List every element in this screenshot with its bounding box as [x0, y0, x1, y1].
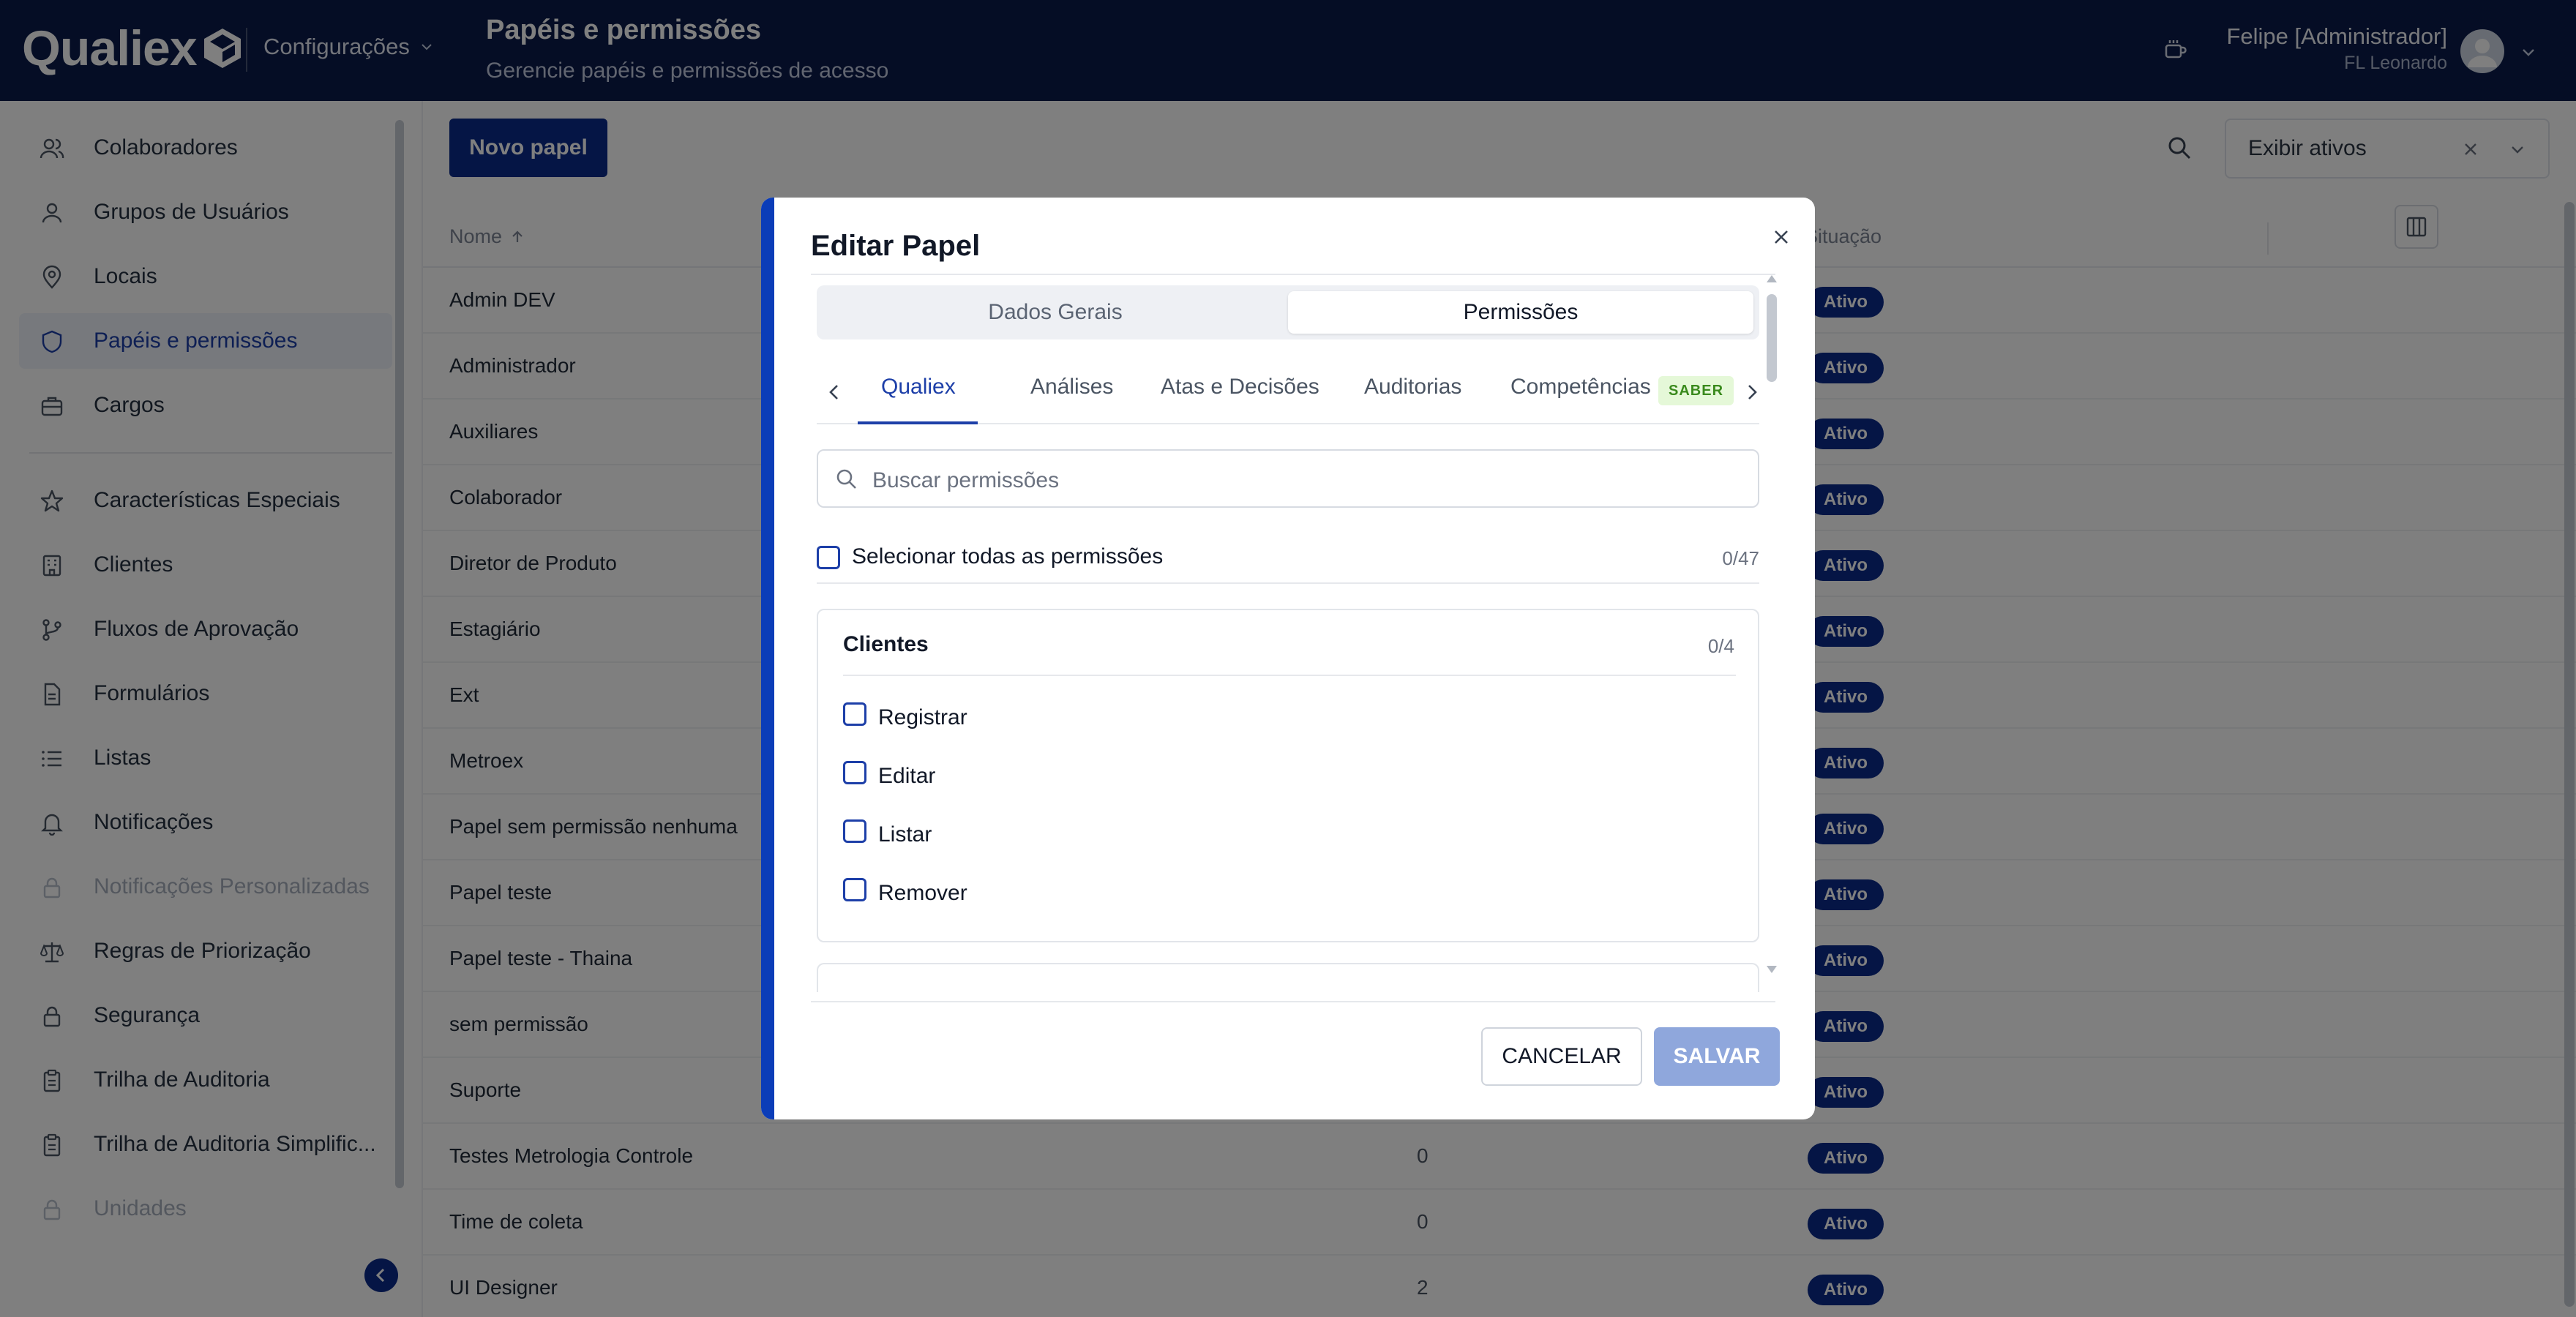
segment-permissoes[interactable]: Permissões	[1288, 291, 1753, 334]
cancel-button[interactable]: CANCELAR	[1481, 1027, 1642, 1086]
tab-analises[interactable]: Análises	[1030, 375, 1113, 399]
chevron-right-icon[interactable]	[1742, 382, 1762, 402]
modal-divider	[811, 274, 1775, 275]
select-all-checkbox[interactable]	[817, 546, 840, 569]
group-count: 0/4	[1707, 635, 1734, 657]
edit-role-modal: Editar Papel Dados Gerais Permissões Qua…	[761, 198, 1815, 1119]
permission-checkbox-editar[interactable]	[843, 761, 866, 784]
close-icon[interactable]	[1768, 224, 1794, 250]
permission-group-next	[817, 963, 1759, 992]
select-all-label[interactable]: Selecionar todas as permissões	[852, 544, 1163, 569]
group-title: Clientes	[843, 632, 929, 656]
modal-title: Editar Papel	[811, 230, 981, 262]
permission-checkbox-listar[interactable]	[843, 819, 866, 843]
scroll-down-arrow[interactable]	[1767, 966, 1777, 973]
active-tab-indicator	[858, 421, 978, 424]
permission-label[interactable]: Editar	[878, 764, 935, 789]
permission-label[interactable]: Registrar	[878, 705, 967, 730]
permission-search-input[interactable]: Buscar permissões	[817, 449, 1759, 508]
permission-label[interactable]: Remover	[878, 881, 967, 906]
permission-module-tabs: Qualiex Análises Atas e Decisões Auditor…	[817, 360, 1759, 424]
permission-checkbox-registrar[interactable]	[843, 702, 866, 726]
modal-divider	[817, 582, 1759, 584]
scroll-up-arrow[interactable]	[1767, 275, 1777, 282]
save-button[interactable]: SALVAR	[1654, 1027, 1780, 1086]
tab-qualiex[interactable]: Qualiex	[881, 375, 956, 399]
select-all-count: 0/47	[1722, 547, 1759, 569]
modal-scrollbar[interactable]	[1767, 294, 1777, 382]
segmented-control: Dados Gerais Permissões	[817, 285, 1759, 339]
tab-competencias[interactable]: Competências	[1510, 375, 1651, 399]
permission-group-clientes: Clientes 0/4 Registrar Editar Listar Rem…	[817, 609, 1759, 942]
modal-accent-bar	[761, 198, 774, 1119]
search-placeholder: Buscar permissões	[872, 468, 1060, 492]
tab-auditorias[interactable]: Auditorias	[1364, 375, 1461, 399]
permission-checkbox-remover[interactable]	[843, 878, 866, 901]
chevron-left-icon[interactable]	[824, 382, 845, 402]
group-divider	[843, 675, 1736, 676]
permission-label[interactable]: Listar	[878, 822, 932, 847]
modal-divider	[811, 1001, 1775, 1002]
module-tag-saber: SABER	[1658, 376, 1734, 405]
segment-dados-gerais[interactable]: Dados Gerais	[823, 291, 1288, 334]
tab-atas-decisoes[interactable]: Atas e Decisões	[1161, 375, 1319, 399]
search-icon	[836, 469, 856, 489]
